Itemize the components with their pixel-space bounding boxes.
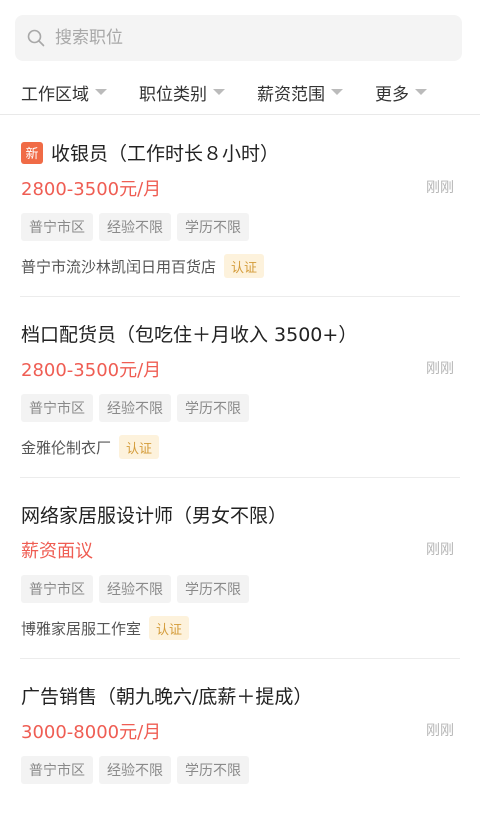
job-tags: 普宁市区 经验不限 学历不限 xyxy=(21,756,255,784)
company-name: 金雅伦制衣厂 xyxy=(21,438,112,457)
job-card[interactable]: 档口配货员（包吃住＋月收入 3500+） 2800-3500元/月 刚刚 普宁市… xyxy=(0,298,480,478)
filter-bar: 工作区域 职位类别 薪资范围 更多 xyxy=(0,70,480,115)
company-name: 博雅家居服工作室 xyxy=(21,619,142,638)
company-name: 普宁市流沙林凯闰日用百货店 xyxy=(21,257,217,276)
job-post-time: 刚刚 xyxy=(426,542,454,558)
verified-badge: 认证 xyxy=(224,254,265,278)
filter-more-label: 更多 xyxy=(375,84,409,105)
tag-experience: 经验不限 xyxy=(99,213,171,241)
job-card[interactable]: 广告销售（朝九晚六/底薪＋提成） 3000-8000元/月 刚刚 普宁市区 经验… xyxy=(0,660,480,840)
filter-area[interactable]: 工作区域 xyxy=(21,70,107,114)
job-title-row: 网络家居服设计师（男女不限） xyxy=(21,501,287,528)
divider xyxy=(20,658,460,659)
job-salary: 2800-3500元/月 xyxy=(21,360,162,381)
job-title-row: 新 收银员（工作时长８小时） xyxy=(21,139,279,166)
job-title-row: 档口配货员（包吃住＋月收入 3500+） xyxy=(21,320,357,347)
filter-category-label: 职位类别 xyxy=(139,84,207,105)
tag-experience: 经验不限 xyxy=(99,394,171,422)
job-tags: 普宁市区 经验不限 学历不限 xyxy=(21,394,255,422)
tag-education: 学历不限 xyxy=(177,213,249,241)
tag-location: 普宁市区 xyxy=(21,756,93,784)
tag-location: 普宁市区 xyxy=(21,213,93,241)
job-title: 档口配货员（包吃住＋月收入 3500+） xyxy=(21,324,358,346)
filter-salary[interactable]: 薪资范围 xyxy=(257,70,343,114)
job-salary: 3000-8000元/月 xyxy=(21,722,162,743)
job-post-time: 刚刚 xyxy=(426,180,454,196)
verified-badge: 认证 xyxy=(149,616,190,640)
job-salary: 薪资面议 xyxy=(21,541,93,562)
verified-badge: 认证 xyxy=(119,435,160,459)
job-card[interactable]: 新 收银员（工作时长８小时） 2800-3500元/月 刚刚 普宁市区 经验不限… xyxy=(0,117,480,297)
job-card[interactable]: 网络家居服设计师（男女不限） 薪资面议 刚刚 普宁市区 经验不限 学历不限 博雅… xyxy=(0,479,480,659)
job-tags: 普宁市区 经验不限 学历不限 xyxy=(21,575,255,603)
tag-experience: 经验不限 xyxy=(99,756,171,784)
search-icon xyxy=(27,29,45,47)
search-bar[interactable] xyxy=(15,15,462,61)
tag-education: 学历不限 xyxy=(177,575,249,603)
job-title: 网络家居服设计师（男女不限） xyxy=(21,505,288,527)
tag-location: 普宁市区 xyxy=(21,575,93,603)
job-salary: 2800-3500元/月 xyxy=(21,179,162,200)
caret-down-icon xyxy=(95,89,107,95)
caret-down-icon xyxy=(213,89,225,95)
new-badge: 新 xyxy=(21,141,43,164)
tag-location: 普宁市区 xyxy=(21,394,93,422)
divider xyxy=(20,477,460,478)
caret-down-icon xyxy=(415,89,427,95)
filter-area-label: 工作区域 xyxy=(21,84,89,105)
filter-salary-label: 薪资范围 xyxy=(257,84,325,105)
divider xyxy=(20,296,460,297)
search-input[interactable] xyxy=(53,27,437,49)
job-title: 广告销售（朝九晚六/底薪＋提成） xyxy=(21,686,313,708)
job-post-time: 刚刚 xyxy=(426,723,454,739)
company-row: 博雅家居服工作室 认证 xyxy=(21,616,190,640)
tag-experience: 经验不限 xyxy=(99,575,171,603)
job-title-row: 广告销售（朝九晚六/底薪＋提成） xyxy=(21,682,312,709)
job-tags: 普宁市区 经验不限 学历不限 xyxy=(21,213,255,241)
tag-education: 学历不限 xyxy=(177,756,249,784)
caret-down-icon xyxy=(331,89,343,95)
job-post-time: 刚刚 xyxy=(426,361,454,377)
company-row: 金雅伦制衣厂 认证 xyxy=(21,435,160,459)
job-title: 收银员（工作时长８小时） xyxy=(51,143,280,165)
tag-education: 学历不限 xyxy=(177,394,249,422)
company-row: 普宁市流沙林凯闰日用百货店 认证 xyxy=(21,254,265,278)
filter-category[interactable]: 职位类别 xyxy=(139,70,225,114)
filter-more[interactable]: 更多 xyxy=(375,70,427,114)
